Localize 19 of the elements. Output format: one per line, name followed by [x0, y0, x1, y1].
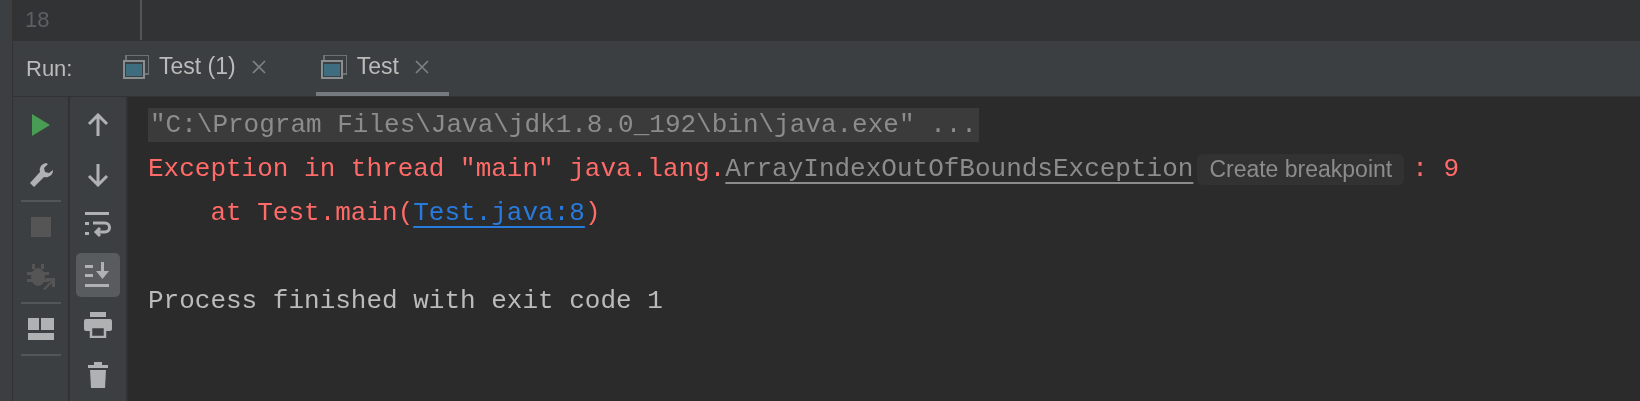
console-icon: [123, 54, 149, 79]
console-text: at Test.main(: [209, 198, 414, 228]
run-icon[interactable]: [30, 113, 51, 137]
console-text: ): [584, 198, 601, 228]
console-text: "C:\Program Files\Java\jdk1.8.0_192\bin\java.exe" ...: [148, 108, 979, 142]
run-tab[interactable]: Test (1): [118, 41, 286, 96]
console-icon: [320, 54, 347, 79]
run-label: Run:: [26, 55, 74, 82]
wrench-icon[interactable]: [27, 161, 54, 189]
console-text: Process finished with exit code 1: [148, 286, 663, 316]
layout-icon[interactable]: [27, 318, 54, 340]
console-text: Exception in thread "main" java.lang.: [148, 154, 726, 184]
console-text: : 9: [1412, 154, 1460, 184]
create-breakpoint-hint[interactable]: Create breakpoint: [1197, 153, 1405, 185]
close-icon[interactable]: [251, 59, 266, 74]
scroll-to-end-icon[interactable]: [76, 253, 120, 297]
close-icon[interactable]: [414, 59, 429, 74]
file-link[interactable]: Test.java:8: [413, 198, 585, 228]
class-link[interactable]: ArrayIndexOutOfBoundsException: [725, 154, 1194, 184]
